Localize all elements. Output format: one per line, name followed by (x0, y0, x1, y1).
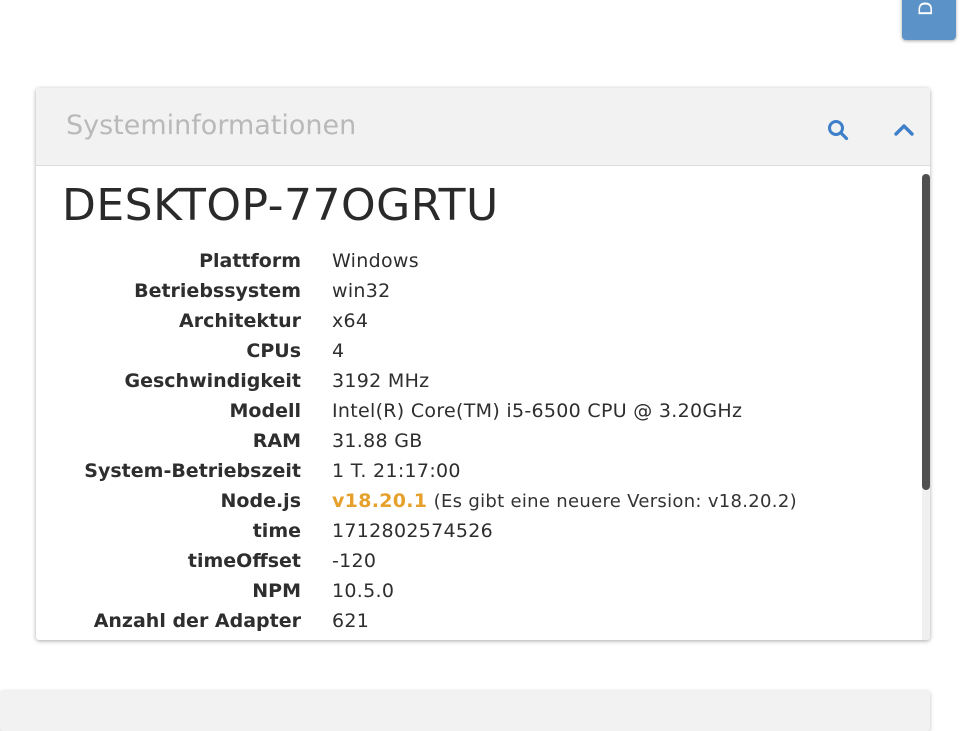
hostname: DESKTOP-77OGRTU (62, 180, 499, 231)
card-title: Systeminformationen (66, 110, 357, 141)
chevron-up-icon[interactable] (892, 118, 916, 142)
info-value: x64 (332, 310, 369, 332)
documentation-tab[interactable]: DO (902, 0, 956, 40)
scrollbar[interactable] (922, 174, 930, 640)
next-card-header (0, 691, 930, 731)
info-value: v18.20.1 (Es gibt eine neuere Version: v… (332, 486, 797, 517)
info-label: timeOffset (187, 550, 301, 572)
info-value: Windows (332, 250, 419, 272)
nodejs-version: v18.20.1 (332, 490, 428, 512)
info-label: System-Betriebszeit (84, 460, 301, 482)
info-value: 31.88 GB (332, 430, 423, 452)
info-label: Betriebssystem (134, 280, 301, 302)
info-label: Architektur (179, 310, 301, 332)
info-value: 621 (332, 610, 370, 632)
documentation-tab-label: DO (915, 0, 937, 16)
info-label: Geschwindigkeit (124, 370, 302, 392)
info-value: 1712802574526 (332, 520, 494, 542)
scrollbar-thumb[interactable] (922, 174, 930, 490)
nodejs-update-note: (Es gibt eine neuere Version: v18.20.2) (433, 491, 797, 512)
card-header: Systeminformationen (36, 88, 930, 166)
info-label: Node.js (220, 490, 301, 512)
info-label: RAM (252, 430, 301, 452)
info-value: Intel(R) Core(TM) i5-6500 CPU @ 3.20GHz (332, 400, 743, 422)
info-label: Modell (229, 400, 301, 422)
info-label: Plattform (199, 250, 301, 272)
system-info-card: Systeminformationen DESKTOP-77OGRTU Plat… (36, 88, 930, 640)
info-label: time (252, 520, 301, 542)
info-value: -120 (332, 550, 377, 572)
info-value: 1 T. 21:17:00 (332, 460, 461, 482)
search-icon[interactable] (826, 118, 850, 142)
card-body: DESKTOP-77OGRTU Plattform Windows Betrie… (36, 166, 930, 640)
info-label: CPUs (246, 340, 301, 362)
info-label: Anzahl der Adapter (93, 610, 301, 632)
info-value: 4 (332, 340, 345, 362)
info-value: 10.5.0 (332, 580, 395, 602)
info-value: win32 (332, 280, 391, 302)
info-label: NPM (252, 580, 301, 602)
info-value: 3192 MHz (332, 370, 430, 392)
